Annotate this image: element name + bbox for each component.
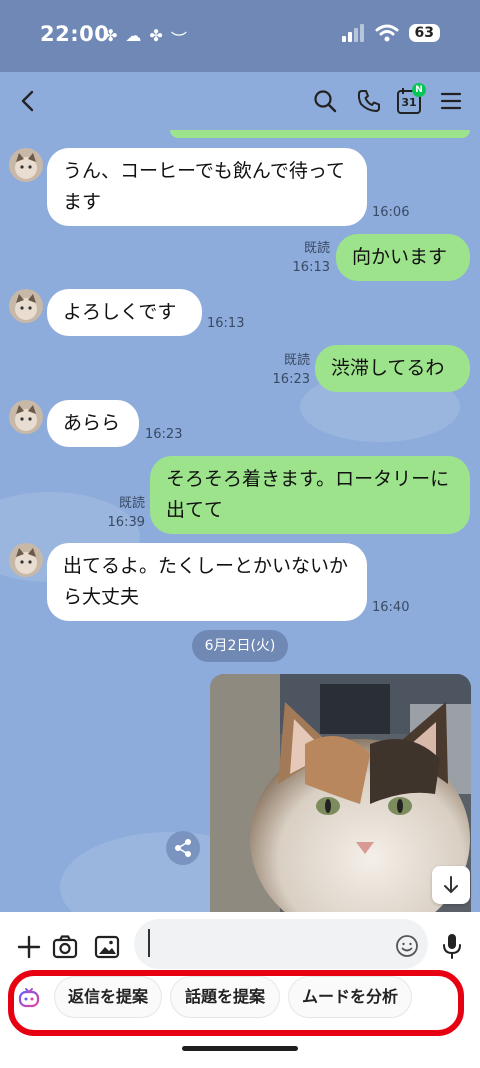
- message-time: 16:06: [372, 205, 410, 220]
- cat-avatar-icon: [9, 289, 43, 323]
- read-receipt: 既読: [118, 496, 145, 511]
- clipped-message: [170, 130, 470, 138]
- arrow-down-icon: [444, 876, 458, 893]
- emoji-icon[interactable]: [395, 934, 419, 958]
- message-bubble-outgoing[interactable]: そろそろ着きます。ロータリーに出てて: [150, 456, 470, 534]
- suggest-topic-chip[interactable]: 話題を提案: [170, 976, 280, 1018]
- message-time: 16:23: [145, 427, 183, 442]
- message-bubble-incoming[interactable]: あらら: [47, 400, 139, 447]
- pinwheel-icon: ✤: [149, 26, 163, 45]
- weather-icon: ☁: [125, 26, 142, 45]
- scroll-to-bottom-button[interactable]: [432, 866, 470, 904]
- home-indicator[interactable]: [182, 1046, 298, 1051]
- message-time: 16:40: [372, 600, 410, 615]
- message-time: 16:23: [272, 372, 310, 387]
- pinwheel-icon: ✤: [104, 26, 118, 45]
- notification-icons: ✤ ☁ ✤ ︶: [104, 26, 187, 50]
- wave-icon: ︶: [170, 30, 187, 49]
- ai-assistant-icon[interactable]: [18, 987, 40, 1009]
- new-badge: N: [412, 83, 426, 97]
- search-icon[interactable]: [312, 88, 338, 114]
- plus-icon[interactable]: [16, 934, 42, 960]
- avatar[interactable]: [9, 400, 43, 434]
- share-icon: [175, 839, 191, 857]
- microphone-icon[interactable]: [440, 932, 464, 960]
- cat-avatar-icon: [9, 148, 43, 182]
- message-input[interactable]: [134, 919, 428, 969]
- signal-icon: [341, 24, 364, 42]
- phone-icon[interactable]: [356, 88, 382, 114]
- back-button[interactable]: [16, 88, 42, 114]
- avatar[interactable]: [9, 543, 43, 577]
- chat-header: 31 N: [0, 72, 480, 130]
- text-caret: [148, 929, 150, 957]
- message-bubble-incoming[interactable]: うん、コーヒーでも飲んで待ってます: [47, 148, 367, 226]
- share-button[interactable]: [166, 831, 200, 865]
- menu-icon[interactable]: [438, 88, 464, 114]
- read-receipt: 既読: [303, 241, 330, 256]
- message-bubble-outgoing[interactable]: 向かいます: [336, 234, 470, 281]
- cat-avatar-icon: [9, 543, 43, 577]
- date-separator: 6月2日(火): [192, 630, 288, 662]
- suggest-reply-chip[interactable]: 返信を提案: [54, 976, 162, 1018]
- message-time: 16:13: [292, 260, 330, 275]
- wifi-icon: [375, 24, 399, 42]
- calendar-day: 31: [401, 96, 417, 109]
- read-receipt: 既読: [283, 353, 310, 368]
- message-time: 16:13: [207, 316, 245, 331]
- message-bubble-incoming[interactable]: よろしくです: [47, 289, 202, 336]
- analyze-mood-chip[interactable]: ムードを分析: [288, 976, 412, 1018]
- image-icon[interactable]: [94, 934, 120, 960]
- camera-icon[interactable]: [52, 934, 78, 960]
- message-bubble-outgoing[interactable]: 渋滞してるわ: [315, 345, 470, 392]
- calendar-button[interactable]: 31 N: [396, 83, 426, 115]
- avatar[interactable]: [9, 148, 43, 182]
- avatar[interactable]: [9, 289, 43, 323]
- cat-avatar-icon: [9, 400, 43, 434]
- battery-indicator: 63: [408, 24, 440, 42]
- status-bar: 22:00 ✤ ☁ ✤ ︶ 63: [0, 0, 480, 72]
- status-time: 22:00: [40, 22, 110, 46]
- message-time: 16:39: [107, 515, 145, 530]
- message-bubble-incoming[interactable]: 出てるよ。たくしーとかいないから大丈夫: [47, 543, 367, 621]
